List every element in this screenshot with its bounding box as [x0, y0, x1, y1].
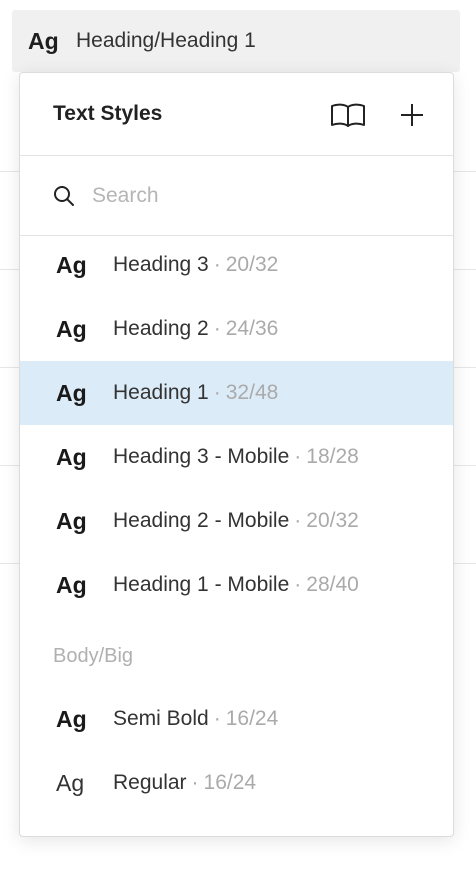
style-item-regular[interactable]: Ag Regular · 16/24 — [20, 751, 453, 815]
book-icon — [331, 103, 365, 127]
style-name: Regular — [113, 771, 187, 794]
style-preview-icon: Ag — [56, 379, 87, 406]
search-icon — [54, 185, 74, 206]
style-size: 32/48 — [225, 381, 279, 404]
library-button[interactable] — [328, 95, 368, 135]
style-separator: · — [294, 573, 302, 596]
style-name: Heading 3 - Mobile — [113, 445, 290, 468]
style-separator: · — [213, 253, 221, 276]
style-size: 24/36 — [225, 317, 279, 340]
style-separator: · — [191, 771, 199, 794]
style-name: Heading 1 — [113, 381, 209, 404]
style-separator: · — [213, 707, 221, 730]
style-preview-icon: Ag — [56, 507, 87, 534]
style-size: 16/24 — [225, 707, 279, 730]
style-item-heading-3[interactable]: Ag Heading 3 · 20/32 — [20, 233, 453, 297]
style-separator: · — [213, 381, 221, 404]
style-size: 18/28 — [306, 445, 359, 468]
style-item-heading-3-mobile[interactable]: Ag Heading 3 - Mobile · 18/28 — [20, 425, 453, 489]
style-preview-icon: Ag — [56, 705, 87, 732]
style-preview-icon: Ag — [56, 769, 85, 796]
group-label-body-big: Body/Big — [53, 645, 134, 667]
style-size: 16/24 — [203, 771, 257, 794]
style-item-heading-1-mobile[interactable]: Ag Heading 1 - Mobile · 28/40 — [20, 553, 453, 617]
panel-title: Text Styles — [53, 102, 163, 125]
search-input[interactable] — [90, 182, 414, 209]
search-bar — [20, 156, 453, 236]
style-size: 20/32 — [225, 253, 279, 276]
style-separator: · — [294, 445, 302, 468]
text-style-selector[interactable]: Ag Heading/Heading 1 — [12, 10, 460, 72]
style-preview-icon: Ag — [56, 315, 87, 342]
text-style-preview-icon: Ag — [28, 27, 59, 54]
style-name: Heading 2 - Mobile — [113, 509, 290, 532]
plus-icon — [401, 104, 423, 126]
style-name: Heading 1 - Mobile — [113, 573, 290, 596]
style-item-semi-bold[interactable]: Ag Semi Bold · 16/24 — [20, 687, 453, 751]
add-style-button[interactable] — [392, 95, 432, 135]
style-name: Heading 3 — [113, 253, 209, 276]
panel-header: Text Styles — [20, 73, 453, 156]
style-separator: · — [294, 509, 302, 532]
style-preview-icon: Ag — [56, 571, 87, 598]
current-style-name: Heading/Heading 1 — [76, 29, 256, 52]
style-size: 20/32 — [306, 509, 359, 532]
style-separator: · — [213, 317, 221, 340]
text-styles-panel: Text Styles Ag Heading 3 · 20/32 Ag H — [19, 72, 454, 837]
style-name: Heading 2 — [113, 317, 209, 340]
style-preview-icon: Ag — [56, 251, 87, 278]
style-preview-icon: Ag — [56, 443, 87, 470]
style-item-heading-1[interactable]: Ag Heading 1 · 32/48 — [20, 361, 453, 425]
style-name: Semi Bold — [113, 707, 209, 730]
style-item-heading-2[interactable]: Ag Heading 2 · 24/36 — [20, 297, 453, 361]
style-item-heading-2-mobile[interactable]: Ag Heading 2 - Mobile · 20/32 — [20, 489, 453, 553]
style-size: 28/40 — [306, 573, 359, 596]
